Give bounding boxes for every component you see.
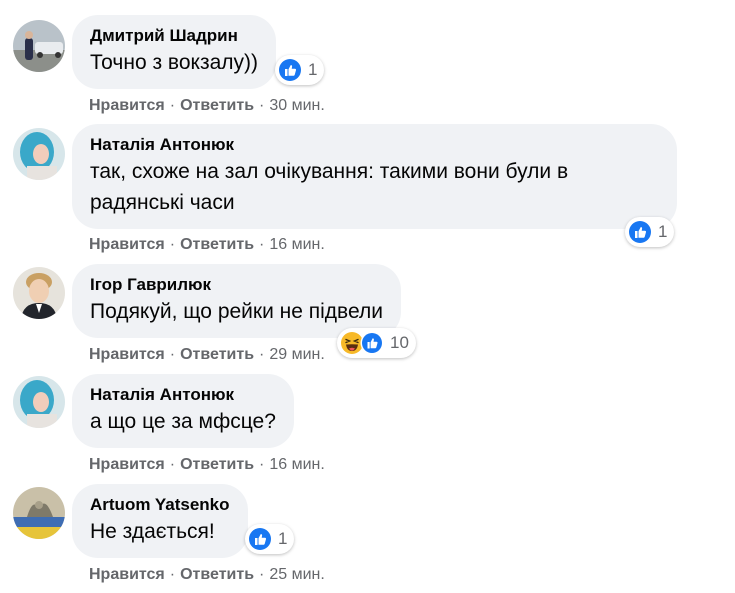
separator: ·	[169, 236, 176, 253]
avatar-photo-woman-icon	[13, 376, 65, 428]
comment-timestamp[interactable]: 16 мин.	[269, 236, 324, 253]
comment-bubble: Artuom Yatsenko Не здається!	[72, 484, 248, 558]
comment-author[interactable]: Наталія Антонюк	[90, 134, 659, 156]
comment-text: Не здається!	[90, 520, 215, 543]
like-icon	[278, 58, 302, 82]
reaction-summary[interactable]: 1	[275, 55, 325, 85]
reply-button[interactable]: Ответить	[180, 566, 254, 583]
comment-bubble: Наталія Антонюк так, схоже на зал очікув…	[72, 124, 677, 229]
separator: ·	[169, 346, 176, 363]
separator: ·	[169, 97, 176, 114]
comment-bubble: Наталія Антонюк а що це за мфсце?	[72, 374, 294, 448]
reaction-summary[interactable]: 10	[337, 328, 416, 358]
separator: ·	[259, 236, 265, 253]
comment-bubble: Ігор Гаврилюк Подякуй, що рейки не підве…	[72, 264, 401, 338]
like-icon	[248, 527, 272, 551]
reply-button[interactable]: Ответить	[180, 97, 254, 114]
avatar-photo-woman-icon	[13, 128, 65, 180]
comment-timestamp[interactable]: 30 мин.	[269, 97, 324, 114]
comment-timestamp[interactable]: 29 мин.	[269, 346, 324, 363]
avatar[interactable]	[13, 487, 65, 539]
separator: ·	[169, 456, 176, 473]
comment-actions: Нравится · Ответить · 16 мин.	[89, 235, 325, 255]
avatar-landscape-icon	[13, 487, 65, 539]
avatar-photo-car-icon	[13, 20, 65, 72]
comment-actions: Нравится · Ответить · 25 мин.	[89, 565, 325, 585]
separator: ·	[259, 566, 265, 583]
comment-bubble: Дмитрий Шадрин Точно з вокзалу))	[72, 15, 276, 89]
comment-actions: Нравится · Ответить · 16 мин.	[89, 455, 325, 475]
separator: ·	[259, 456, 265, 473]
comment-author[interactable]: Ігор Гаврилюк	[90, 274, 383, 296]
comment-text: Точно з вокзалу))	[90, 51, 258, 74]
reply-button[interactable]: Ответить	[180, 236, 254, 253]
avatar-photo-man-icon	[13, 267, 65, 319]
reaction-summary[interactable]: 1	[625, 217, 675, 247]
like-icon	[360, 331, 384, 355]
like-button[interactable]: Нравится	[89, 346, 165, 363]
comment-text: Подякуй, що рейки не підвели	[90, 300, 383, 323]
like-button[interactable]: Нравится	[89, 97, 165, 114]
avatar[interactable]	[13, 20, 65, 72]
comment-actions: Нравится · Ответить · 30 мин.	[89, 96, 325, 116]
avatar[interactable]	[13, 128, 65, 180]
like-button[interactable]: Нравится	[89, 456, 165, 473]
reaction-count: 1	[658, 222, 668, 241]
reaction-count: 1	[278, 529, 288, 548]
reply-button[interactable]: Ответить	[180, 456, 254, 473]
comment-author[interactable]: Artuom Yatsenko	[90, 494, 230, 516]
comment-timestamp[interactable]: 16 мин.	[269, 456, 324, 473]
like-icon	[628, 220, 652, 244]
reaction-count: 1	[308, 60, 318, 79]
comment-author[interactable]: Наталія Антонюк	[90, 384, 276, 406]
separator: ·	[259, 97, 265, 114]
reply-button[interactable]: Ответить	[180, 346, 254, 363]
separator: ·	[259, 346, 265, 363]
comment-text: а що це за мфсце?	[90, 410, 276, 433]
avatar[interactable]	[13, 267, 65, 319]
like-button[interactable]: Нравится	[89, 236, 165, 253]
comment-timestamp[interactable]: 25 мин.	[269, 566, 324, 583]
avatar[interactable]	[13, 376, 65, 428]
separator: ·	[169, 566, 176, 583]
comment-text: так, схоже на зал очікування: такими вон…	[90, 160, 569, 214]
reaction-count: 10	[390, 333, 409, 352]
reaction-summary[interactable]: 1	[245, 524, 295, 554]
comment-author[interactable]: Дмитрий Шадрин	[90, 25, 258, 47]
like-button[interactable]: Нравится	[89, 566, 165, 583]
comment-actions: Нравится · Ответить · 29 мин.	[89, 345, 325, 365]
